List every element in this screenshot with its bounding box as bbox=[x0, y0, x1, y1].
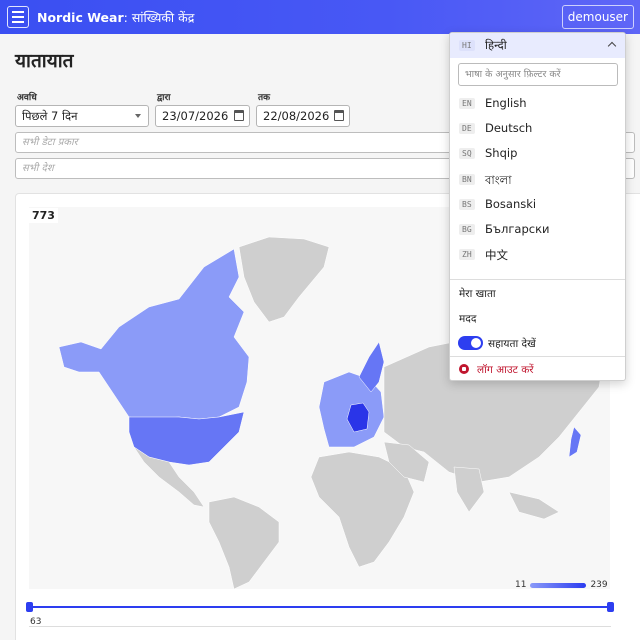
selected-language-name: हिन्दी bbox=[485, 38, 507, 52]
to-date-label: तक bbox=[258, 93, 271, 103]
view-help-toggle[interactable] bbox=[458, 336, 483, 350]
language-item-bg[interactable]: BG Български bbox=[450, 217, 625, 242]
language-name: Deutsch bbox=[485, 121, 533, 135]
top-bar: Nordic Wear: सांख्यिकी केंद्र demouser bbox=[0, 0, 640, 34]
language-selector[interactable]: HI हिन्दी bbox=[450, 33, 625, 58]
language-code: SQ bbox=[459, 148, 475, 159]
map-region-japan bbox=[568, 426, 582, 458]
chevron-up-icon[interactable] bbox=[607, 41, 617, 51]
page-title: यातायात bbox=[15, 50, 74, 72]
logout-button[interactable]: लॉग आउट करें bbox=[477, 363, 534, 377]
language-code: BG bbox=[459, 224, 475, 235]
from-date-label: द्वारा bbox=[157, 93, 171, 103]
language-item-bs[interactable]: BS Bosanski bbox=[450, 192, 625, 217]
language-code: ZH bbox=[459, 249, 475, 260]
map-region-india bbox=[453, 466, 485, 513]
user-menu-button[interactable]: demouser bbox=[561, 5, 634, 29]
app-subtitle: : सांख्यिकी केंद्र bbox=[123, 10, 195, 25]
language-code: BS bbox=[459, 199, 475, 210]
language-name: Български bbox=[485, 222, 550, 236]
language-item-en[interactable]: EN English bbox=[450, 91, 625, 116]
menu-divider bbox=[450, 356, 625, 357]
to-date-value: 22/08/2026 bbox=[263, 109, 330, 123]
language-code: EN bbox=[459, 98, 475, 109]
selected-language-code: HI bbox=[459, 40, 475, 51]
language-name: বাংলা bbox=[485, 173, 512, 187]
range-slider-start-handle[interactable] bbox=[26, 602, 33, 612]
logout-icon bbox=[459, 364, 469, 374]
range-slider-end-handle[interactable] bbox=[607, 602, 614, 612]
language-name: 中文 bbox=[485, 248, 508, 262]
scale-min: 11 bbox=[515, 580, 527, 590]
language-item-de[interactable]: DE Deutsch bbox=[450, 116, 625, 141]
calendar-icon[interactable] bbox=[234, 110, 244, 121]
map-region-south-america bbox=[208, 496, 280, 590]
menu-icon[interactable] bbox=[7, 6, 29, 28]
period-select[interactable]: पिछले 7 दिन bbox=[15, 105, 149, 127]
user-dropdown-menu: HI हिन्दी भाषा के अनुसार फ़िल्टर करें EN… bbox=[449, 32, 626, 381]
view-help-label: सहायता देखें bbox=[488, 338, 536, 350]
map-region-canada bbox=[58, 248, 250, 420]
language-name: Bosanski bbox=[485, 197, 537, 211]
my-account-link[interactable]: मेरा खाता bbox=[459, 287, 496, 301]
from-date-value: 23/07/2026 bbox=[162, 109, 229, 123]
language-item-bn[interactable]: BN বাংলা bbox=[450, 167, 625, 192]
language-filter-input[interactable]: भाषा के अनुसार फ़िल्टर करें bbox=[458, 63, 618, 86]
map-color-scale: 11 239 bbox=[515, 580, 608, 590]
brand-name: Nordic Wear bbox=[37, 10, 124, 25]
range-slider-track[interactable] bbox=[29, 606, 611, 608]
language-name: Shqip bbox=[485, 146, 518, 160]
chevron-down-icon bbox=[135, 114, 141, 118]
language-item-zh[interactable]: ZH 中文 bbox=[450, 242, 625, 267]
to-date-field[interactable]: 22/08/2026 bbox=[256, 105, 350, 127]
period-label: अवधि bbox=[17, 93, 37, 103]
help-link[interactable]: मदद bbox=[459, 312, 476, 326]
menu-divider bbox=[450, 279, 625, 280]
language-list[interactable]: EN English DE Deutsch SQ Shqip BN বাংলা … bbox=[450, 91, 625, 279]
language-code: DE bbox=[459, 123, 475, 134]
map-total-count: 773 bbox=[29, 208, 58, 223]
period-value: पिछले 7 दिन bbox=[22, 109, 78, 123]
scale-bar bbox=[530, 582, 587, 588]
scale-max: 239 bbox=[590, 580, 608, 590]
language-code: BN bbox=[459, 174, 475, 185]
language-name: English bbox=[485, 96, 527, 110]
map-region-greenland bbox=[238, 236, 330, 323]
app-title: Nordic Wear: सांख्यिकी केंद्र bbox=[37, 9, 194, 26]
map-region-southeast-asia bbox=[508, 491, 560, 520]
calendar-icon[interactable] bbox=[334, 110, 344, 121]
timeline-baseline bbox=[29, 626, 611, 627]
from-date-field[interactable]: 23/07/2026 bbox=[155, 105, 250, 127]
language-item-sq[interactable]: SQ Shqip bbox=[450, 141, 625, 166]
